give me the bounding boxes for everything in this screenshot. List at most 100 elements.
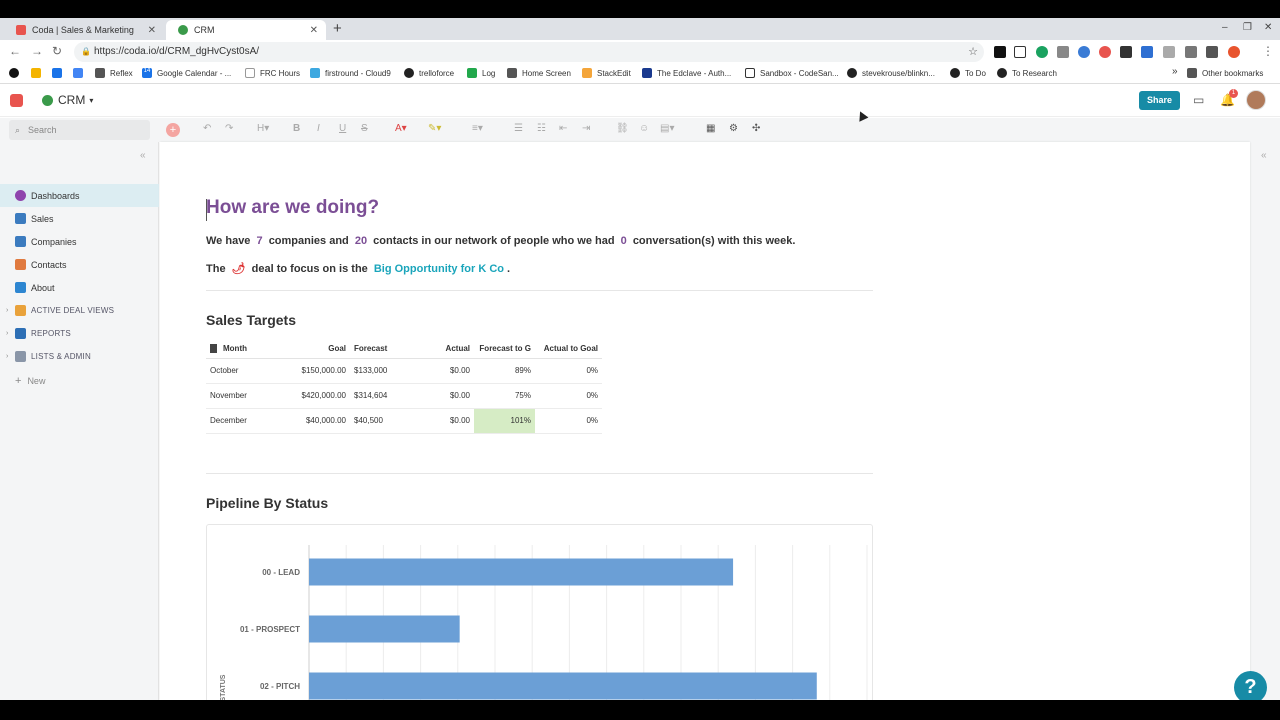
table-cell[interactable]: 0% (535, 408, 602, 434)
deal-link[interactable]: Big Opportunity for K Co (374, 263, 504, 275)
table-cell[interactable]: $0.00 (420, 358, 474, 384)
sidebar-section-reports[interactable]: › REPORTS (0, 322, 159, 345)
sidebar-item-dashboards[interactable]: Dashboards (0, 184, 159, 207)
table-row[interactable]: November $420,000.00 $314,604 $0.00 75% … (206, 383, 602, 409)
bookmark-log[interactable]: Log (467, 68, 495, 78)
table-cell[interactable]: $133,000 (350, 358, 420, 384)
highlight-icon[interactable]: ✎▾ (428, 123, 441, 134)
page-title[interactable]: How are we doing? (206, 197, 379, 219)
bookmark-todo[interactable]: To Do (950, 68, 986, 78)
bookmark-research[interactable]: To Research (997, 68, 1057, 78)
bookmark-frc-hours[interactable]: FRC Hours (245, 68, 300, 78)
companies-count[interactable]: 7 (257, 235, 263, 247)
table-cell[interactable]: 89% (474, 358, 535, 384)
strikethrough-icon[interactable]: S (361, 123, 368, 134)
table-cell[interactable]: $314,604 (350, 383, 420, 409)
sidebar-section-active-deal-views[interactable]: › ACTIVE DEAL VIEWS (0, 299, 159, 322)
heading-icon[interactable]: H▾ (257, 123, 269, 134)
browser-tab-crm[interactable]: CRM ✕ (166, 20, 326, 40)
undo-icon[interactable]: ↶ (203, 123, 211, 134)
close-window-icon[interactable]: ✕ (1264, 22, 1272, 33)
bookmark-trelloforce[interactable]: trelloforce (404, 68, 454, 78)
sidebar-item-contacts[interactable]: Contacts (0, 253, 159, 276)
bookmark-stackedit[interactable]: StackEdit (582, 68, 631, 78)
reload-icon[interactable]: ↻ (52, 44, 62, 58)
bookmark-home-screen[interactable]: Home Screen (507, 68, 571, 78)
bookmark-star-icon[interactable]: ☆ (968, 42, 978, 62)
search-input[interactable]: ⌕ Search (9, 120, 150, 140)
extension-rc-icon[interactable] (1141, 46, 1153, 58)
minimize-icon[interactable]: – (1222, 22, 1228, 33)
present-icon[interactable]: ▭ (1193, 93, 1204, 107)
table-cell[interactable]: November (206, 383, 278, 409)
underline-icon[interactable]: U (339, 123, 346, 134)
redo-icon[interactable]: ↷ (225, 123, 233, 134)
sidebar-item-about[interactable]: About (0, 276, 159, 299)
table-cell[interactable]: $0.00 (420, 408, 474, 434)
sidebar-item-sales[interactable]: Sales (0, 207, 159, 230)
column-header-forecast-to-goal[interactable]: Forecast to G (474, 340, 535, 359)
numbered-list-icon[interactable]: ☷ (537, 123, 546, 134)
avatar[interactable] (1246, 90, 1266, 110)
column-header-actual-to-goal[interactable]: Actual to Goal (535, 340, 602, 359)
extension-red-icon[interactable] (1099, 46, 1111, 58)
sidebar-section-lists-admin[interactable]: › LISTS & ADMIN (0, 345, 159, 368)
table-cell[interactable]: December (206, 408, 278, 434)
doc-title-menu[interactable]: CRM ▾ (42, 93, 93, 107)
column-header-actual[interactable]: Actual (420, 340, 474, 359)
bookmark-keep-icon[interactable] (31, 68, 46, 78)
bullet-list-icon[interactable]: ☰ (514, 123, 523, 134)
table-cell[interactable]: 0% (535, 358, 602, 384)
extension-evernote-icon[interactable] (1036, 46, 1048, 58)
extension-fire-icon[interactable] (1228, 46, 1240, 58)
robot-icon[interactable]: ⚙ (729, 123, 738, 134)
table-cell[interactable]: $0.00 (420, 383, 474, 409)
add-icon[interactable]: + (166, 123, 180, 137)
puzzle-icon[interactable]: ✣ (752, 123, 760, 134)
map-icon[interactable]: ▦ (706, 123, 715, 134)
outdent-icon[interactable]: ⇤ (559, 123, 567, 134)
share-button[interactable]: Share (1139, 91, 1180, 110)
table-cell-highlighted[interactable]: 101% (474, 408, 535, 434)
new-tab-icon[interactable]: + (333, 20, 342, 38)
extension-crop-icon[interactable] (1206, 46, 1218, 58)
sidebar-new-button[interactable]: + New (0, 369, 159, 392)
bookmark-spotify-icon[interactable] (9, 68, 24, 78)
table-cell[interactable]: $40,000.00 (278, 408, 350, 434)
table-cell[interactable]: $420,000.00 (278, 383, 350, 409)
table-cell[interactable]: 0% (535, 383, 602, 409)
text-color-icon[interactable]: A▾ (395, 123, 407, 134)
extension-snowflake-icon[interactable] (1078, 46, 1090, 58)
bookmark-drive-icon[interactable] (52, 68, 67, 78)
sidebar-item-companies[interactable]: Companies (0, 230, 159, 253)
bookmark-codesandbox[interactable]: Sandbox - CodeSan... (745, 68, 839, 78)
help-button[interactable]: ? (1234, 671, 1267, 700)
forward-icon[interactable]: → (31, 44, 43, 58)
extension-drive-icon[interactable] (1057, 46, 1069, 58)
table-row[interactable]: December $40,000.00 $40,500 $0.00 101% 0… (206, 408, 602, 434)
browser-menu-icon[interactable]: ⋮ (1262, 44, 1274, 58)
table-cell[interactable]: October (206, 358, 278, 384)
close-tab-icon[interactable]: ✕ (310, 25, 318, 36)
browser-tab-coda-sales[interactable]: Coda | Sales & Marketing ✕ (4, 20, 164, 40)
bookmark-calendar-icon[interactable] (73, 68, 88, 78)
table-cell[interactable]: 75% (474, 383, 535, 409)
italic-icon[interactable]: I (317, 123, 320, 134)
table-cell[interactable]: $40,500 (350, 408, 420, 434)
bold-icon[interactable]: B (293, 123, 300, 134)
extension-r-icon[interactable] (994, 46, 1006, 58)
indent-icon[interactable]: ⇥ (582, 123, 590, 134)
bookmark-github-blink[interactable]: stevekrouse/blinkn... (847, 68, 935, 78)
column-header-goal[interactable]: Goal (278, 340, 350, 359)
column-header-month[interactable]: Month (206, 340, 278, 359)
extension-v-icon[interactable] (1163, 46, 1175, 58)
bookmark-other[interactable]: Other bookmarks (1187, 68, 1263, 78)
bookmark-firstround[interactable]: firstround - Cloud9 (310, 68, 391, 78)
pipeline-chart[interactable]: 00 - LEAD 01 - PROSPECT 02 - PITCH STATUS (206, 524, 873, 700)
table-cell[interactable]: $150,000.00 (278, 358, 350, 384)
close-tab-icon[interactable]: ✕ (148, 25, 156, 36)
conversations-count[interactable]: 0 (621, 235, 627, 247)
address-bar[interactable]: 🔒 https://coda.io/d/CRM_dgHvCyst0sA/ ☆ (74, 42, 984, 62)
collapse-sidebar-icon[interactable]: « (140, 150, 146, 161)
extension-n-icon[interactable] (1014, 46, 1026, 58)
